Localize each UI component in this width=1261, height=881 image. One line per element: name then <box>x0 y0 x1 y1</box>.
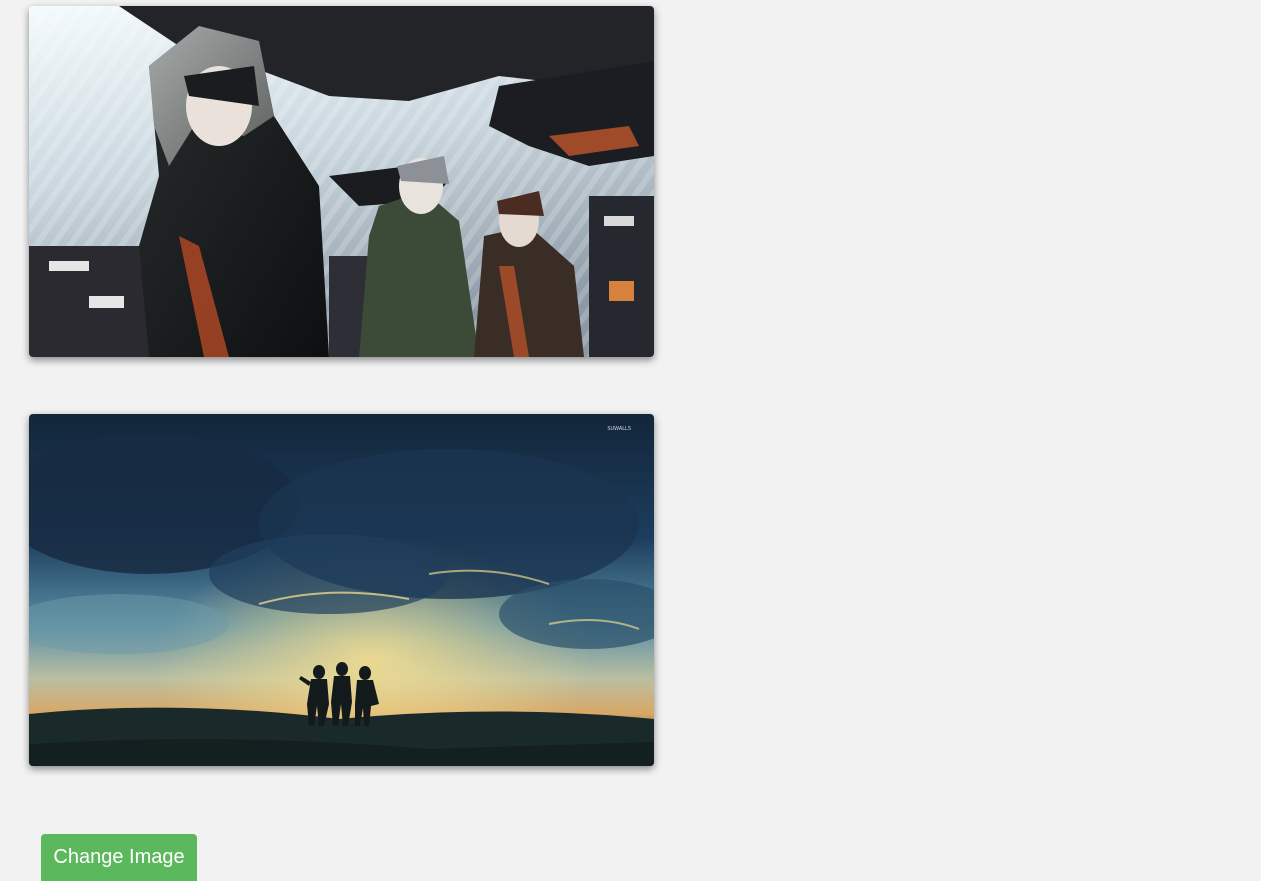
image-card-1 <box>29 6 654 357</box>
change-image-button[interactable]: Change Image <box>41 834 197 881</box>
watermark-text: SUWALLS <box>607 426 631 432</box>
image-card-2: SUWALLS <box>29 414 654 766</box>
anime-hooded-trio-image <box>29 6 654 357</box>
anime-sunset-silhouettes-image: SUWALLS <box>29 414 654 766</box>
